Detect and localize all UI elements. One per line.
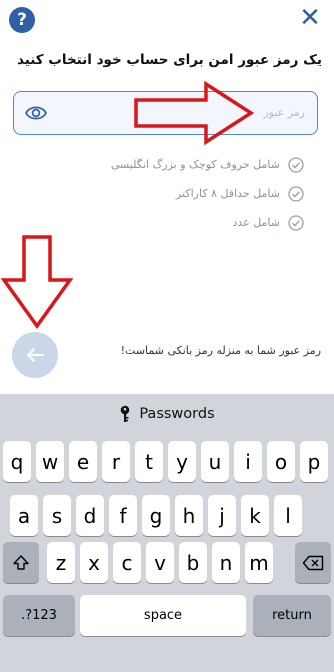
hint-text: رمز عبور شما به منزله رمز بانکی شماست! xyxy=(120,344,321,357)
key-g[interactable]: g xyxy=(142,495,170,536)
rule-item: شامل عدد xyxy=(24,208,304,237)
return-key[interactable]: return xyxy=(253,595,331,636)
help-button[interactable]: ? xyxy=(9,7,35,33)
keyboard-row-4: .?123 space return xyxy=(0,595,334,636)
key-e[interactable]: e xyxy=(69,441,97,482)
check-circle-icon xyxy=(288,214,304,231)
key-c[interactable]: c xyxy=(113,542,141,583)
help-icon: ? xyxy=(17,10,27,30)
key-icon xyxy=(121,405,130,422)
key-a[interactable]: a xyxy=(10,495,38,536)
suggestion-label: Passwords xyxy=(139,406,215,422)
passwords-suggestion[interactable]: Passwords xyxy=(0,394,334,434)
rule-label: شامل حروف کوچک و بزرگ انگلیسی xyxy=(110,158,280,171)
backspace-icon xyxy=(302,555,324,570)
numbers-key[interactable]: .?123 xyxy=(3,595,75,636)
key-x[interactable]: x xyxy=(80,542,108,583)
rule-label: شامل حداقل ۸ کاراکتر xyxy=(175,187,280,200)
arrow-left-icon xyxy=(27,348,44,362)
keyboard-row-2: a s d f g h j k l xyxy=(0,495,334,536)
key-v[interactable]: v xyxy=(146,542,174,583)
key-y[interactable]: y xyxy=(168,441,196,482)
key-t[interactable]: t xyxy=(135,441,163,482)
keyboard-row-3: z x c v b n m xyxy=(0,542,334,583)
shift-key[interactable] xyxy=(3,542,39,583)
key-d[interactable]: d xyxy=(76,495,104,536)
key-n[interactable]: n xyxy=(212,542,240,583)
rule-item: شامل حروف کوچک و بزرگ انگلیسی xyxy=(24,150,304,179)
key-u[interactable]: u xyxy=(201,441,229,482)
key-z[interactable]: z xyxy=(47,542,75,583)
key-w[interactable]: w xyxy=(36,441,64,482)
rule-item: شامل حداقل ۸ کاراکتر xyxy=(24,179,304,208)
key-q[interactable]: q xyxy=(3,441,31,482)
close-button[interactable]: ✕ xyxy=(298,3,322,33)
check-circle-icon xyxy=(288,156,304,173)
eye-icon[interactable] xyxy=(24,102,48,124)
annotation-arrow-down-icon xyxy=(0,235,74,330)
shift-icon xyxy=(13,555,29,570)
keyboard-row-1: q w e r t y u i o p xyxy=(0,441,334,482)
space-key[interactable]: space xyxy=(80,595,246,636)
key-h[interactable]: h xyxy=(175,495,203,536)
key-p[interactable]: p xyxy=(300,441,328,482)
key-i[interactable]: i xyxy=(234,441,262,482)
key-r[interactable]: r xyxy=(102,441,130,482)
key-f[interactable]: f xyxy=(109,495,137,536)
page-title: یک رمز عبور امن برای حساب خود انتخاب کنی… xyxy=(16,52,322,68)
password-rules: شامل حروف کوچک و بزرگ انگلیسی شامل حداقل… xyxy=(24,150,304,237)
check-circle-icon xyxy=(288,185,304,202)
key-m[interactable]: m xyxy=(245,542,273,583)
key-k[interactable]: k xyxy=(241,495,269,536)
password-screen: ? ✕ یک رمز عبور امن برای حساب خود انتخاب… xyxy=(0,0,334,394)
annotation-arrow-right-icon xyxy=(134,80,255,146)
key-s[interactable]: s xyxy=(43,495,71,536)
close-icon: ✕ xyxy=(299,3,321,33)
key-b[interactable]: b xyxy=(179,542,207,583)
key-l[interactable]: l xyxy=(274,495,302,536)
key-j[interactable]: j xyxy=(208,495,236,536)
backspace-key[interactable] xyxy=(295,542,331,583)
keyboard: Passwords q w e r t y u i o p a s d f g … xyxy=(0,394,334,672)
rule-label: شامل عدد xyxy=(232,216,280,229)
key-o[interactable]: o xyxy=(267,441,295,482)
